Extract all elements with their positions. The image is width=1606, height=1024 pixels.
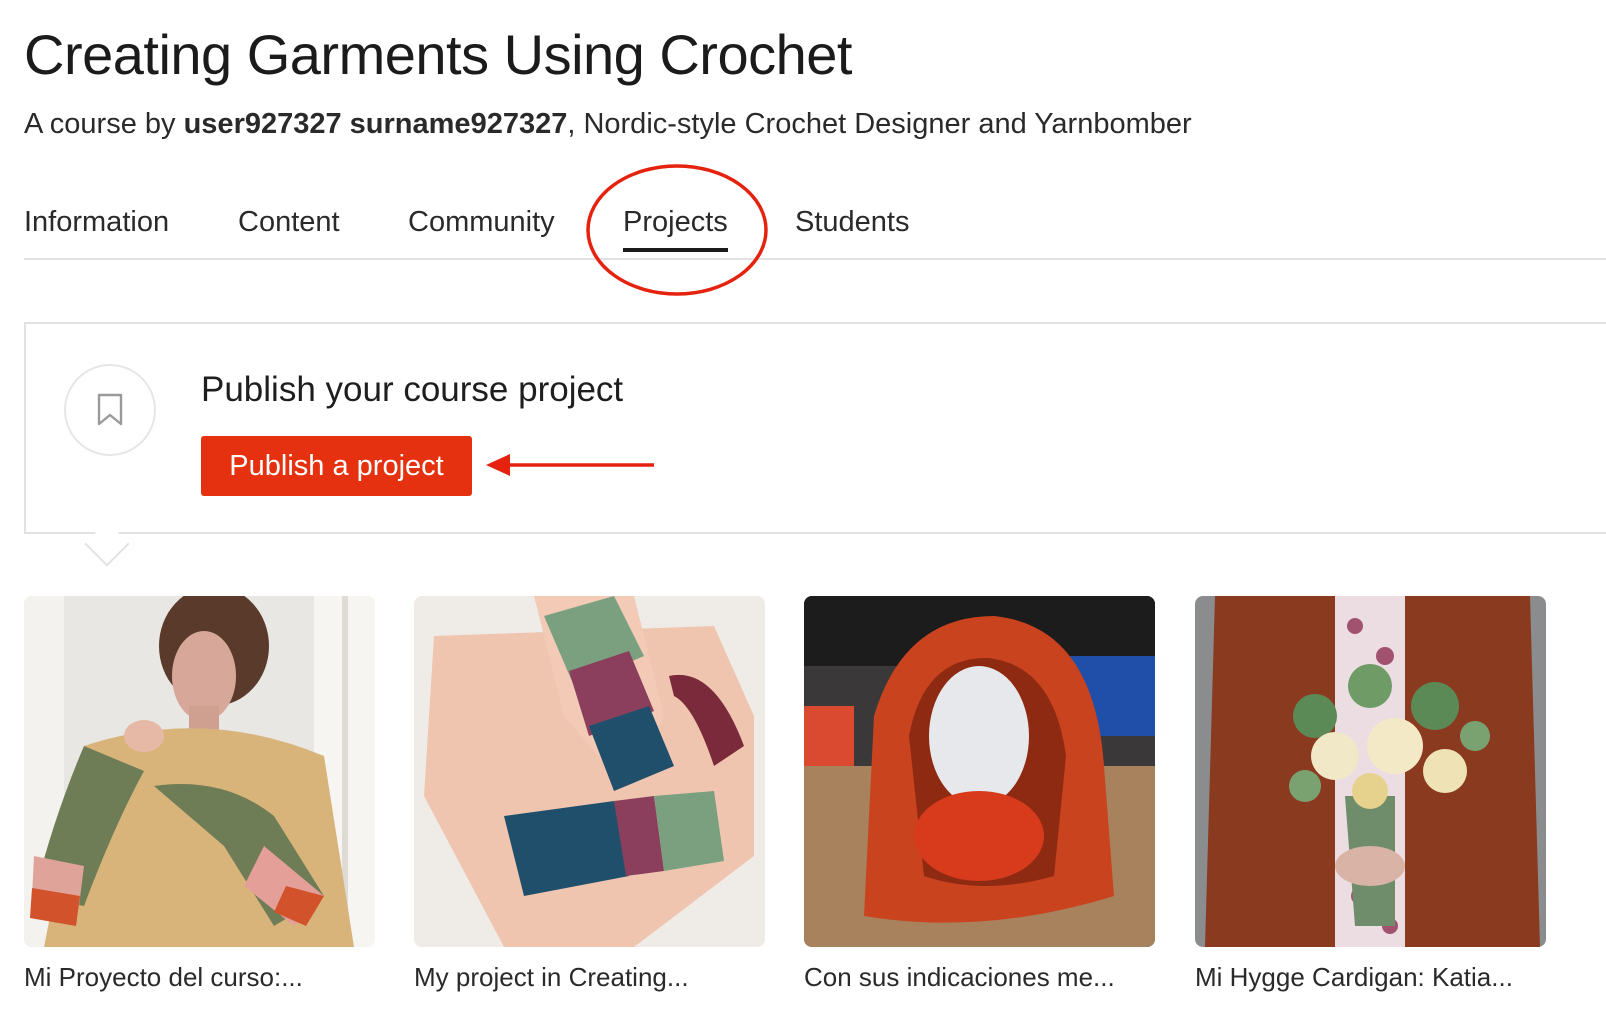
project-thumbnail[interactable] [1195, 596, 1546, 947]
author-role: , Nordic-style Crochet Designer and Yarn… [567, 108, 1192, 140]
publish-project-button[interactable]: Publish a project [201, 436, 472, 496]
project-image-cardigan-bouquet [1195, 596, 1546, 947]
project-thumbnail[interactable] [804, 596, 1155, 947]
byline-prefix: A course by [24, 108, 184, 140]
bookmark-icon [97, 393, 123, 426]
publish-heading: Publish your course project [201, 370, 624, 409]
course-title: Creating Garments Using Crochet [24, 23, 852, 86]
project-caption[interactable]: Con sus indicaciones me... [804, 962, 1115, 993]
tab-content[interactable]: Content [238, 206, 340, 251]
project-image-sweater-model [24, 596, 375, 947]
annotation-circle [586, 164, 768, 296]
project-thumbnail[interactable] [414, 596, 765, 947]
project-caption[interactable]: My project in Creating... [414, 962, 689, 993]
tab-community[interactable]: Community [408, 206, 555, 251]
author-name[interactable]: user927327 surname927327 [184, 108, 568, 140]
tab-information[interactable]: Information [24, 206, 169, 251]
project-image-hood [804, 596, 1155, 947]
project-caption[interactable]: Mi Proyecto del curso:... [24, 962, 303, 993]
course-tabs: Information Content Community Projects S… [24, 196, 1606, 260]
course-byline: A course by user927327 surname927327, No… [24, 108, 1192, 141]
annotation-arrow [486, 454, 654, 476]
project-caption[interactable]: Mi Hygge Cardigan: Katia... [1195, 962, 1513, 993]
project-thumbnail[interactable] [24, 596, 375, 947]
project-image-flat-sweater [414, 596, 765, 947]
bookmark-badge [64, 364, 156, 456]
publish-project-card [24, 322, 1606, 534]
tab-students[interactable]: Students [795, 206, 909, 251]
